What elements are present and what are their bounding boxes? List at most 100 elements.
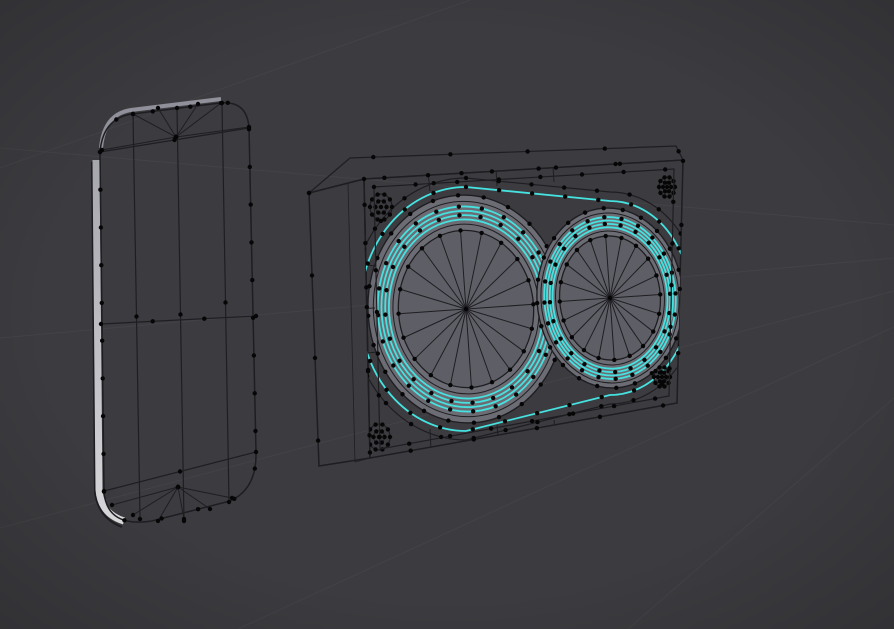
vertex-dot[interactable] <box>631 388 637 393</box>
vertex-dot[interactable] <box>502 419 508 424</box>
vertex-dot[interactable] <box>579 172 585 177</box>
vertex-dot[interactable] <box>130 111 136 117</box>
vertex-dot[interactable] <box>195 507 201 512</box>
vertex-dot[interactable] <box>437 425 443 430</box>
vertex-dot[interactable] <box>407 441 412 446</box>
vertex-dot[interactable] <box>389 204 395 210</box>
vertex-dot[interactable] <box>100 338 105 343</box>
vertex-dot[interactable] <box>225 100 230 106</box>
vertex-dot[interactable] <box>134 314 139 319</box>
vertex-dot[interactable] <box>653 368 658 374</box>
vertex-dot[interactable] <box>371 434 376 440</box>
vertex-dot[interactable] <box>655 374 661 380</box>
vertex-dot[interactable] <box>251 353 257 358</box>
vertex-dot[interactable] <box>594 188 600 193</box>
vertex-dot[interactable] <box>375 192 380 197</box>
vertex-dot[interactable] <box>431 190 436 196</box>
vertex-dot[interactable] <box>371 184 377 190</box>
vertex-dot[interactable] <box>248 202 253 207</box>
vertex-dot[interactable] <box>250 277 255 283</box>
vertex-dot[interactable] <box>381 210 386 215</box>
vertex-dot[interactable] <box>553 165 559 170</box>
vertex-dot[interactable] <box>621 169 626 175</box>
vertex-dot[interactable] <box>653 380 658 386</box>
vertex-dot[interactable] <box>666 380 671 386</box>
vertex-dot[interactable] <box>382 175 387 180</box>
vertex-dot[interactable] <box>617 161 623 166</box>
vertex-dot[interactable] <box>178 312 183 317</box>
vertex-dot[interactable] <box>387 197 393 202</box>
vertex-dot[interactable] <box>173 134 179 140</box>
vertex-dot[interactable] <box>373 447 378 452</box>
vertex-dot[interactable] <box>226 499 232 505</box>
3d-viewport[interactable] <box>0 0 894 629</box>
vertex-dot[interactable] <box>98 187 103 192</box>
vertex-dot[interactable] <box>534 425 540 431</box>
vertex-dot[interactable] <box>667 366 672 371</box>
vertex-dot[interactable] <box>361 176 367 182</box>
vertex-dot[interactable] <box>99 263 104 268</box>
vertex-dot[interactable] <box>137 516 143 522</box>
vertex-dot[interactable] <box>659 370 664 375</box>
vertex-dot[interactable] <box>657 219 662 224</box>
vertex-dot[interactable] <box>562 185 567 190</box>
vertex-dot[interactable] <box>570 411 576 416</box>
vertex-dot[interactable] <box>246 124 252 130</box>
vertex-dot[interactable] <box>155 105 161 111</box>
vertex-dot[interactable] <box>374 440 379 445</box>
vertex-dot[interactable] <box>364 285 369 290</box>
vertex-dot[interactable] <box>362 202 367 207</box>
vertex-dot[interactable] <box>535 419 540 425</box>
vertex-dot[interactable] <box>659 381 665 387</box>
vertex-dot[interactable] <box>202 316 207 321</box>
vertex-dot[interactable] <box>402 196 407 201</box>
vertex-dot[interactable] <box>380 231 385 237</box>
vertex-dot[interactable] <box>253 428 258 434</box>
vertex-dot[interactable] <box>567 402 572 408</box>
vertex-dot[interactable] <box>668 184 674 190</box>
vertex-dot[interactable] <box>676 246 681 251</box>
vertex-dot[interactable] <box>677 286 682 292</box>
vertex-dot[interactable] <box>431 181 436 186</box>
vertex-dot[interactable] <box>373 268 379 273</box>
vertex-dot[interactable] <box>99 147 105 153</box>
vertex-dot[interactable] <box>367 433 372 438</box>
vertex-dot[interactable] <box>425 173 431 178</box>
vertex-dot[interactable] <box>471 437 476 442</box>
vertex-dot[interactable] <box>177 469 183 474</box>
vertex-dot[interactable] <box>99 300 105 306</box>
vertex-dot[interactable] <box>367 204 373 210</box>
vertex-dot[interactable] <box>599 404 604 409</box>
vertex-dot[interactable] <box>408 421 414 427</box>
vertex-dot[interactable] <box>596 197 601 203</box>
vertex-dot[interactable] <box>679 222 684 228</box>
vertex-dot[interactable] <box>100 376 105 381</box>
vertex-dot[interactable] <box>367 450 373 455</box>
vertex-dot[interactable] <box>671 199 676 204</box>
vertex-dot[interactable] <box>628 202 634 207</box>
vertex-dot[interactable] <box>666 180 672 185</box>
vertex-dot[interactable] <box>660 403 666 408</box>
vertex-dot[interactable] <box>408 410 413 415</box>
vertex-dot[interactable] <box>631 398 636 403</box>
vertex-dot[interactable] <box>488 426 494 431</box>
vertex-dot[interactable] <box>651 374 657 380</box>
vertex-dot[interactable] <box>150 109 155 114</box>
vertex-dot[interactable] <box>378 218 384 224</box>
vertex-dot[interactable] <box>387 434 393 440</box>
vertex-dot[interactable] <box>374 309 380 315</box>
vertex-dot[interactable] <box>413 182 418 187</box>
vertex-dot[interactable] <box>602 146 607 151</box>
vertex-dot[interactable] <box>377 434 382 440</box>
vertex-dot[interactable] <box>369 197 375 202</box>
vertex-dot[interactable] <box>529 182 534 187</box>
vertex-dot[interactable] <box>247 164 252 170</box>
vertex-dot[interactable] <box>114 117 119 122</box>
vertex-dot[interactable] <box>223 300 228 305</box>
vertex-dot[interactable] <box>383 400 389 406</box>
vertex-dot[interactable] <box>174 105 180 111</box>
vertex-dot[interactable] <box>664 184 670 190</box>
vertex-dot[interactable] <box>109 502 115 508</box>
vertex-dot[interactable] <box>381 199 386 204</box>
vertex-dot[interactable] <box>670 241 675 246</box>
